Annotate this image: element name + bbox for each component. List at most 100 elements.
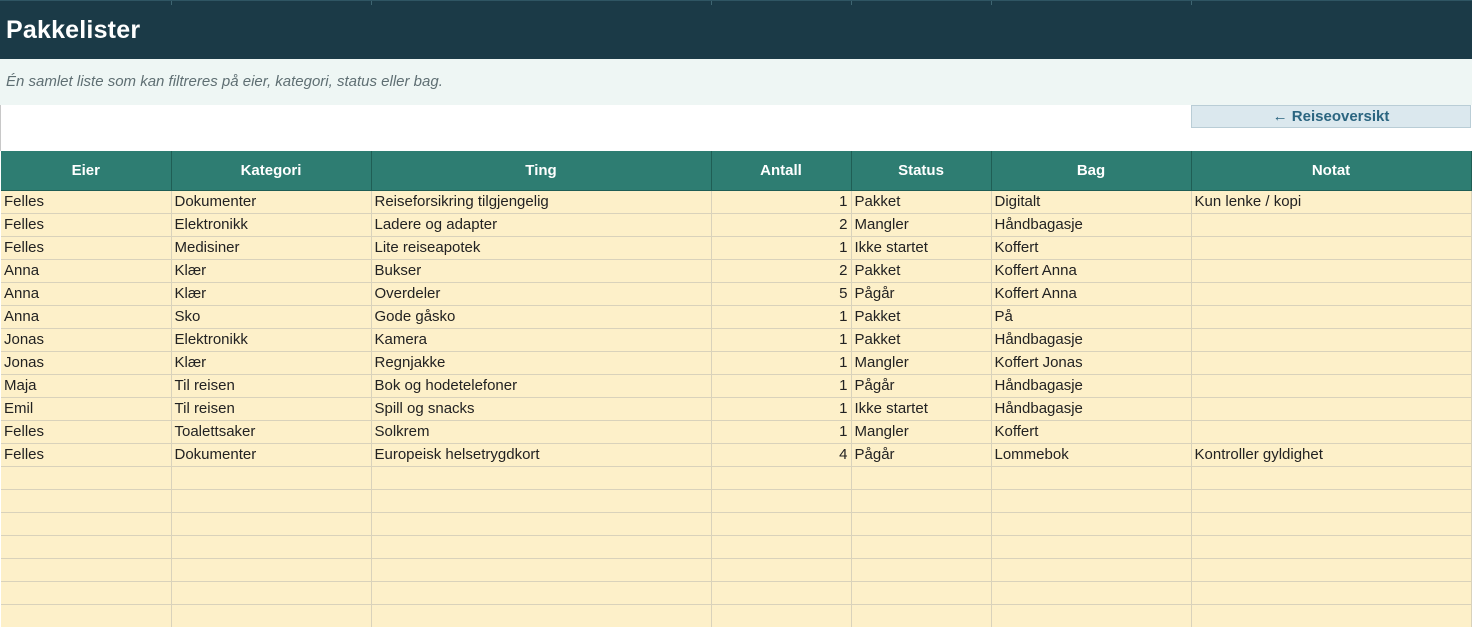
cell-notat[interactable] bbox=[1191, 581, 1472, 605]
cell-eier[interactable]: Anna bbox=[1, 282, 172, 306]
cell-kategori[interactable]: Klær bbox=[171, 259, 372, 283]
column-header-bag[interactable]: Bag bbox=[991, 151, 1192, 191]
cell-kategori[interactable]: Toalettsaker bbox=[171, 420, 372, 444]
cell-ting[interactable]: Europeisk helsetrygdkort bbox=[371, 443, 712, 467]
cell-ting[interactable] bbox=[371, 466, 712, 490]
cell-eier[interactable]: Felles bbox=[1, 420, 172, 444]
cell-status[interactable] bbox=[851, 581, 992, 605]
cell-ting[interactable]: Solkrem bbox=[371, 420, 712, 444]
cell-antall[interactable] bbox=[711, 604, 852, 627]
cell-eier[interactable]: Jonas bbox=[1, 351, 172, 375]
cell-kategori[interactable] bbox=[171, 535, 372, 559]
cell-antall[interactable]: 1 bbox=[711, 305, 852, 329]
cell-eier[interactable] bbox=[1, 466, 172, 490]
cell-ting[interactable] bbox=[371, 489, 712, 513]
cell-antall[interactable] bbox=[711, 581, 852, 605]
cell-bag[interactable]: Håndbagasje bbox=[991, 328, 1192, 352]
cell-status[interactable]: Pågår bbox=[851, 282, 992, 306]
cell-ting[interactable]: Lite reiseapotek bbox=[371, 236, 712, 260]
cell-eier[interactable] bbox=[1, 604, 172, 627]
cell-status[interactable] bbox=[851, 512, 992, 536]
cell-notat[interactable] bbox=[1191, 604, 1472, 627]
cell-bag[interactable] bbox=[991, 581, 1192, 605]
cell-antall[interactable]: 2 bbox=[711, 259, 852, 283]
cell-antall[interactable]: 1 bbox=[711, 328, 852, 352]
cell-status[interactable]: Pågår bbox=[851, 374, 992, 398]
cell-ting[interactable] bbox=[371, 604, 712, 627]
cell-kategori[interactable]: Elektronikk bbox=[171, 328, 372, 352]
cell-notat[interactable] bbox=[1191, 397, 1472, 421]
cell-notat[interactable] bbox=[1191, 512, 1472, 536]
cell-notat[interactable]: Kun lenke / kopi bbox=[1191, 190, 1472, 214]
cell-bag[interactable]: Koffert bbox=[991, 236, 1192, 260]
cell-ting[interactable] bbox=[371, 558, 712, 582]
cell-ting[interactable]: Gode gåsko bbox=[371, 305, 712, 329]
cell-kategori[interactable] bbox=[171, 466, 372, 490]
cell-antall[interactable]: 1 bbox=[711, 236, 852, 260]
cell-antall[interactable]: 1 bbox=[711, 190, 852, 214]
cell-notat[interactable] bbox=[1191, 213, 1472, 237]
cell-antall[interactable]: 5 bbox=[711, 282, 852, 306]
cell-status[interactable]: Mangler bbox=[851, 351, 992, 375]
column-header-antall[interactable]: Antall bbox=[711, 151, 852, 191]
cell-kategori[interactable]: Dokumenter bbox=[171, 443, 372, 467]
cell-notat[interactable] bbox=[1191, 351, 1472, 375]
cell-status[interactable] bbox=[851, 535, 992, 559]
cell-antall[interactable] bbox=[711, 535, 852, 559]
cell-eier[interactable] bbox=[1, 558, 172, 582]
cell-kategori[interactable]: Dokumenter bbox=[171, 190, 372, 214]
cell-antall[interactable] bbox=[711, 512, 852, 536]
cell-kategori[interactable]: Klær bbox=[171, 351, 372, 375]
cell-notat[interactable] bbox=[1191, 535, 1472, 559]
column-header-eier[interactable]: Eier bbox=[1, 151, 172, 191]
cell-bag[interactable]: Håndbagasje bbox=[991, 374, 1192, 398]
cell-kategori[interactable] bbox=[171, 489, 372, 513]
cell-eier[interactable] bbox=[1, 581, 172, 605]
cell-antall[interactable] bbox=[711, 489, 852, 513]
cell-ting[interactable]: Overdeler bbox=[371, 282, 712, 306]
cell-kategori[interactable]: Medisiner bbox=[171, 236, 372, 260]
cell-notat[interactable] bbox=[1191, 420, 1472, 444]
cell-notat[interactable] bbox=[1191, 466, 1472, 490]
cell-bag[interactable] bbox=[991, 558, 1192, 582]
cell-eier[interactable]: Felles bbox=[1, 190, 172, 214]
reiseoversikt-nav-button[interactable]: ← Reiseoversikt bbox=[1191, 105, 1471, 128]
cell-bag[interactable]: Håndbagasje bbox=[991, 213, 1192, 237]
cell-kategori[interactable] bbox=[171, 581, 372, 605]
cell-antall[interactable]: 2 bbox=[711, 213, 852, 237]
cell-eier[interactable]: Felles bbox=[1, 236, 172, 260]
cell-bag[interactable]: På bbox=[991, 305, 1192, 329]
cell-ting[interactable]: Bukser bbox=[371, 259, 712, 283]
cell-kategori[interactable] bbox=[171, 558, 372, 582]
cell-bag[interactable]: Koffert Anna bbox=[991, 259, 1192, 283]
cell-notat[interactable] bbox=[1191, 558, 1472, 582]
cell-status[interactable]: Pakket bbox=[851, 328, 992, 352]
cell-bag[interactable]: Håndbagasje bbox=[991, 397, 1192, 421]
cell-eier[interactable]: Felles bbox=[1, 213, 172, 237]
cell-status[interactable]: Pågår bbox=[851, 443, 992, 467]
cell-antall[interactable]: 1 bbox=[711, 374, 852, 398]
cell-status[interactable]: Pakket bbox=[851, 259, 992, 283]
cell-status[interactable] bbox=[851, 489, 992, 513]
cell-eier[interactable]: Maja bbox=[1, 374, 172, 398]
cell-status[interactable]: Ikke startet bbox=[851, 236, 992, 260]
cell-bag[interactable]: Koffert Anna bbox=[991, 282, 1192, 306]
cell-status[interactable] bbox=[851, 604, 992, 627]
cell-eier[interactable] bbox=[1, 535, 172, 559]
cell-notat[interactable] bbox=[1191, 374, 1472, 398]
cell-bag[interactable]: Digitalt bbox=[991, 190, 1192, 214]
cell-eier[interactable] bbox=[1, 512, 172, 536]
cell-notat[interactable] bbox=[1191, 236, 1472, 260]
cell-antall[interactable]: 1 bbox=[711, 397, 852, 421]
cell-antall[interactable]: 1 bbox=[711, 351, 852, 375]
cell-eier[interactable]: Felles bbox=[1, 443, 172, 467]
cell-bag[interactable]: Koffert bbox=[991, 420, 1192, 444]
cell-status[interactable] bbox=[851, 558, 992, 582]
cell-notat[interactable] bbox=[1191, 259, 1472, 283]
cell-bag[interactable]: Lommebok bbox=[991, 443, 1192, 467]
cell-kategori[interactable]: Sko bbox=[171, 305, 372, 329]
cell-ting[interactable]: Bok og hodetelefoner bbox=[371, 374, 712, 398]
cell-kategori[interactable]: Til reisen bbox=[171, 397, 372, 421]
cell-notat[interactable] bbox=[1191, 305, 1472, 329]
cell-status[interactable]: Ikke startet bbox=[851, 397, 992, 421]
